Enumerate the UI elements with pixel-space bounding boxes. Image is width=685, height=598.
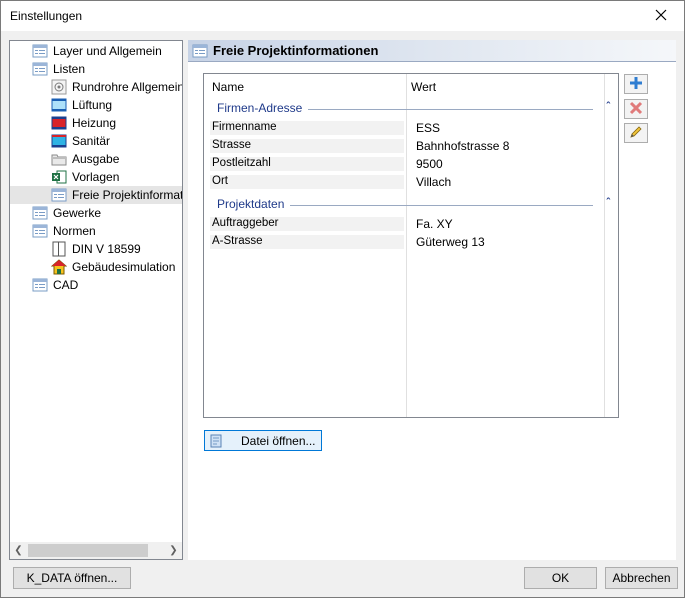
tree-item-label: Layer und Allgemein (53, 44, 162, 58)
k-data-open-button[interactable]: K_DATA öffnen... (13, 567, 131, 589)
ok-button[interactable]: OK (524, 567, 597, 589)
scroll-right-icon[interactable]: ❯ (165, 542, 182, 559)
ventilation-icon (51, 97, 67, 113)
list-page-icon (192, 43, 208, 59)
column-divider (604, 74, 605, 417)
tree-item-ausgabe[interactable]: Ausgabe (51, 150, 119, 168)
add-property-button[interactable] (624, 74, 648, 94)
sanitary-icon (51, 133, 67, 149)
group-label: Firmen-Adresse (217, 101, 309, 115)
column-header-value: Wert (411, 80, 437, 94)
property-value[interactable]: Bahnhofstrasse 8 (412, 139, 509, 153)
panel-title: Freie Projektinformationen (213, 43, 379, 58)
tree-item-label: Heizung (72, 116, 117, 130)
tree-item-label: Listen (53, 62, 86, 76)
tree-item-din-v-18599[interactable]: DIN V 18599 (51, 240, 141, 258)
property-row[interactable]: Auftraggeber Fa. XY (210, 215, 604, 231)
tree-item-label: Vorlagen (72, 170, 120, 184)
tree-item-label: Ausgabe (72, 152, 120, 166)
document-icon (51, 241, 67, 257)
heating-icon (51, 115, 67, 131)
button-label: Abbrechen (612, 571, 671, 585)
close-button[interactable] (638, 1, 684, 31)
close-icon (655, 9, 667, 24)
property-name: Auftraggeber (210, 217, 404, 231)
edit-property-button[interactable] (624, 123, 648, 143)
group-label: Projektdaten (217, 197, 291, 211)
tree-item-label: Sanitär (72, 134, 111, 148)
tree-item-layer-allgemein[interactable]: Layer und Allgemein (32, 42, 162, 60)
tree-item-label: DIN V 18599 (72, 242, 141, 256)
list-page-icon (32, 61, 48, 77)
tree-item-freie-projektinformationen[interactable]: Freie Projektinformationen (10, 186, 182, 204)
tree-item-lueftung[interactable]: Lüftung (51, 96, 112, 114)
folder-icon (51, 151, 67, 167)
tree-item-label: Lüftung (72, 98, 113, 112)
tree-item-vorlagen[interactable]: Vorlagen (51, 168, 119, 186)
property-value[interactable]: ESS (412, 121, 440, 135)
property-row[interactable]: Strasse Bahnhofstrasse 8 (210, 137, 604, 153)
open-file-button[interactable]: Datei öffnen... (204, 430, 322, 451)
chevron-up-icon[interactable]: ˆ (606, 101, 610, 113)
tree-item-heizung[interactable]: Heizung (51, 114, 116, 132)
property-grid[interactable]: Name Wert Firmen-Adresse ˆ Firmenname ES… (203, 73, 619, 418)
scrollbar-thumb[interactable] (28, 544, 148, 557)
property-row[interactable]: A-Strasse Güterweg 13 (210, 233, 604, 249)
tree-item-gewerke[interactable]: Gewerke (32, 204, 101, 222)
tree-item-cad[interactable]: CAD (32, 276, 78, 294)
excel-icon (51, 169, 67, 185)
property-name: Postleitzahl (210, 157, 404, 171)
tree-item-label: Rundrohre Allgemein (72, 80, 182, 94)
column-header-name: Name (212, 80, 245, 94)
property-value[interactable]: 9500 (412, 157, 443, 171)
property-value[interactable]: Fa. XY (412, 217, 453, 231)
property-value[interactable]: Güterweg 13 (412, 235, 485, 249)
property-row[interactable]: Postleitzahl 9500 (210, 155, 604, 171)
tree-item-label: Freie Projektinformationen (72, 188, 182, 202)
property-value[interactable]: Villach (412, 175, 451, 189)
group-projektdaten[interactable]: Projektdaten ˆ (204, 196, 618, 214)
delete-icon (629, 101, 643, 118)
open-file-label: Datei öffnen... (241, 433, 316, 448)
settings-tree[interactable]: Layer und Allgemein Listen Rundrohre All… (9, 40, 183, 560)
scroll-left-icon[interactable]: ❮ (10, 542, 27, 559)
property-row[interactable]: Ort Villach (210, 173, 604, 189)
list-page-icon (51, 187, 67, 203)
chevron-up-icon[interactable]: ˆ (606, 197, 610, 209)
tree-item-label: Gebäudesimulation (72, 260, 176, 274)
tree-item-rundrohre[interactable]: Rundrohre Allgemein (51, 78, 182, 96)
tree-item-label: CAD (53, 278, 79, 292)
pencil-icon (628, 124, 644, 143)
tree-item-gebaeudesimulation[interactable]: Gebäudesimulation (50, 258, 176, 276)
list-page-icon (32, 205, 48, 221)
window-title: Einstellungen (10, 9, 83, 23)
list-page-icon (32, 223, 48, 239)
panel-header: Freie Projektinformationen (188, 40, 676, 62)
tree-item-label: Gewerke (53, 206, 102, 220)
property-row[interactable]: Firmenname ESS (210, 119, 604, 135)
tree-horizontal-scrollbar[interactable]: ❮ ❯ (10, 542, 182, 559)
button-label: K_DATA öffnen... (26, 571, 118, 585)
list-page-icon (32, 277, 48, 293)
tree-item-listen[interactable]: Listen (32, 60, 85, 78)
delete-property-button[interactable] (624, 99, 648, 119)
cancel-button[interactable]: Abbrechen (605, 567, 678, 589)
list-page-icon (32, 43, 48, 59)
settings-dialog: Einstellungen Layer und Allgemein Listen… (0, 0, 685, 598)
pipe-settings-icon (51, 79, 67, 95)
house-icon (50, 259, 68, 275)
property-name: Strasse (210, 139, 404, 153)
title-bar: Einstellungen (1, 1, 684, 31)
tree-item-label: Normen (53, 224, 96, 238)
button-label: OK (551, 571, 570, 585)
property-name: A-Strasse (210, 235, 404, 249)
settings-panel: Freie Projektinformationen Name Wert Fir… (188, 40, 676, 560)
plus-icon (628, 75, 644, 94)
property-name: Firmenname (210, 121, 404, 135)
file-icon (209, 434, 223, 448)
tree-item-normen[interactable]: Normen (32, 222, 96, 240)
tree-item-sanitaer[interactable]: Sanitär (51, 132, 110, 150)
group-firmen-adresse[interactable]: Firmen-Adresse ˆ (204, 100, 618, 118)
property-name: Ort (210, 175, 404, 189)
